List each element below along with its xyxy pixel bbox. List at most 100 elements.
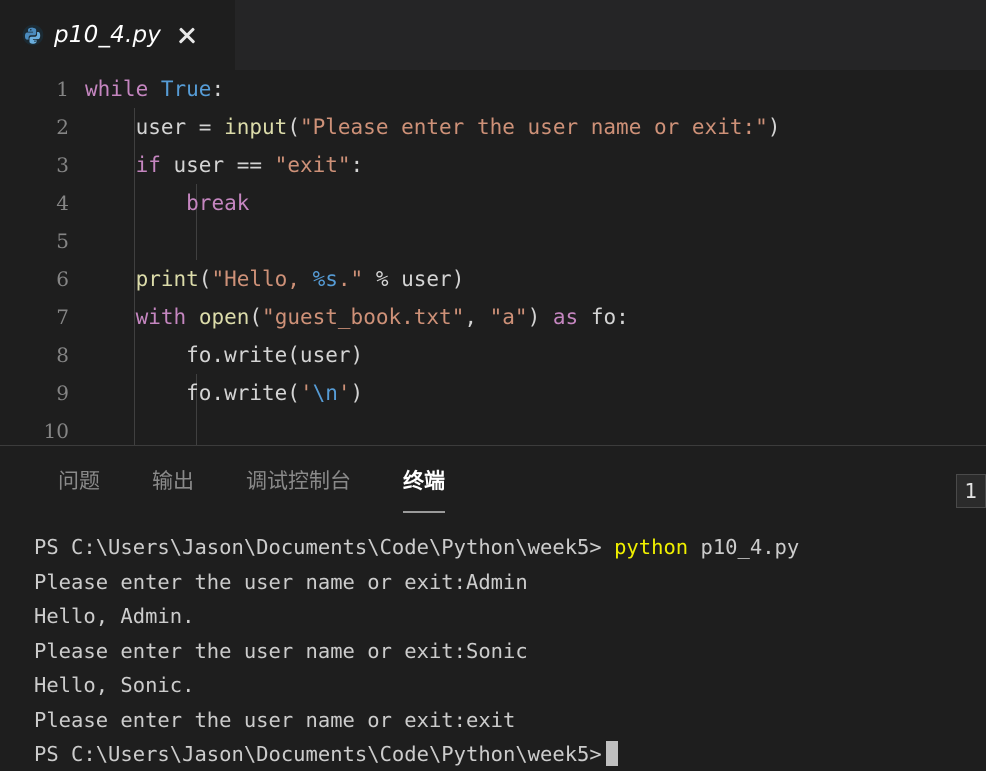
code-token: "a" [489,305,528,329]
code-token: ) [527,305,553,329]
code-token: ( [287,115,300,139]
code-token: \n [312,381,338,405]
editor-tab-bar: p10_4.py [0,0,986,70]
code-token: user [135,115,187,139]
code-token: while [85,77,149,101]
code-line[interactable]: 10 [0,412,986,445]
line-number: 7 [56,305,69,329]
terminal-command-args: p10_4.py [688,535,800,559]
code-line[interactable]: 4 break [0,184,986,222]
vscode-window: p10_4.py 1 while True: 2 user = input("Ple… [0,0,986,771]
code-line-text: fo.write('\n') [85,374,986,412]
code-token: : [211,77,225,101]
code-line-text: with open("guest_book.txt", "a") as fo: [85,298,986,336]
code-token: ( [198,267,212,291]
code-token: "Hello, [211,267,313,291]
code-token: ' [337,381,351,405]
terminal-command: python [614,535,689,559]
panel-tab-1[interactable]: 问题 [58,465,100,499]
code-token: as [552,305,579,329]
line-number: 6 [56,267,69,291]
line-number: 1 [56,77,69,101]
panel-tab-bar: 问题 输出 调试控制台 终端 1 [0,446,986,518]
line-number: 3 [56,153,69,177]
code-token: % user) [363,267,465,291]
terminal-output-text: Please enter the user name or exit:Admin [34,569,528,594]
terminal-line: Please enter the user name or exit:Admin [34,565,986,600]
code-line[interactable]: 2 user = input("Please enter the user na… [0,108,986,146]
code-token: input [224,115,288,139]
terminal-line: Please enter the user name or exit:exit [34,703,986,738]
line-number: 2 [56,115,69,139]
code-line-text: fo.write(user) [85,336,986,374]
terminal-line: Hello, Admin. [34,599,986,634]
code-token: : [350,153,364,177]
code-token: = [186,115,225,139]
code-line-text: if user == "exit": [85,146,986,184]
code-token: "guest_book.txt" [262,305,465,329]
code-line-text: while True: [85,70,986,108]
code-line[interactable]: 5 [0,222,986,260]
code-token: fo.write( [85,381,300,405]
terminal-output[interactable]: PS C:\Users\Jason\Documents\Code\Python\… [0,518,986,771]
code-line-text: print("Hello, %s." % user) [85,260,986,298]
code-token: ) [350,381,364,405]
code-line[interactable]: 9 fo.write('\n') [0,374,986,412]
code-token: ." [337,267,364,291]
line-number: 9 [56,381,69,405]
code-token: True [160,77,212,101]
terminal-instance-count[interactable]: 1 [956,474,986,508]
terminal-output-text: Hello, Sonic. [34,673,195,697]
line-number: 5 [56,229,69,253]
terminal-prompt: PS C:\Users\Jason\Documents\Code\Python\… [34,742,602,766]
editor-tab-p10_4-py[interactable]: p10_4.py [0,0,235,70]
terminal-line: PS C:\Users\Jason\Documents\Code\Python\… [34,530,986,565]
code-token: ) [767,115,781,139]
code-token: open [198,305,250,329]
code-lines: 1 while True: 2 user = input("Please enter… [0,70,986,445]
terminal-output-text: Hello, Admin. [34,604,195,628]
code-line[interactable]: 1 while True: [0,70,986,108]
code-line[interactable]: 8 fo.write(user) [0,336,986,374]
code-token: %s [312,267,338,291]
line-number: 4 [56,191,69,215]
panel-tab-4[interactable]: 终端 [403,465,445,513]
code-token: ( [249,305,263,329]
code-token: with [135,305,187,329]
terminal-line: PS C:\Users\Jason\Documents\Code\Python\… [34,737,986,771]
editor-tab-label: p10_4.py [54,22,162,48]
code-line[interactable]: 3 if user == "exit": [0,146,986,184]
python-file-icon [22,24,44,46]
panel-tab-2[interactable]: 输出 [152,465,194,499]
terminal-output-text: Please enter the user name or exit:Sonic [34,638,528,663]
code-line[interactable]: 7 with open("guest_book.txt", "a") as fo… [0,298,986,336]
bottom-panel: 问题 输出 调试控制台 终端 1 PS C:\Users\Jason\Documents… [0,446,986,771]
code-token: break [186,191,250,215]
code-line-text: user = input("Please enter the user name… [85,108,986,146]
code-token: "Please enter the user name or exit:" [299,115,768,139]
tab-active-accent [0,0,235,2]
code-line[interactable]: 6 print("Hello, %s." % user) [0,260,986,298]
code-token: user == [160,153,275,177]
terminal-prompt: PS C:\Users\Jason\Documents\Code\Python\… [34,535,615,559]
code-token: , [464,305,490,329]
code-token: print [135,267,199,291]
line-number: 10 [43,419,69,443]
line-number: 8 [56,343,69,367]
code-token: fo: [578,305,629,329]
code-line-text: break [85,184,986,222]
close-icon[interactable] [175,23,199,47]
terminal-line: Please enter the user name or exit:Sonic [34,634,986,669]
code-token: "exit" [274,153,351,177]
terminal-output-text: Please enter the user name or exit:exit [34,707,516,732]
code-editor[interactable]: 1 while True: 2 user = input("Please enter… [0,70,986,445]
code-token: ' [299,381,313,405]
panel-tab-3[interactable]: 调试控制台 [246,465,351,499]
